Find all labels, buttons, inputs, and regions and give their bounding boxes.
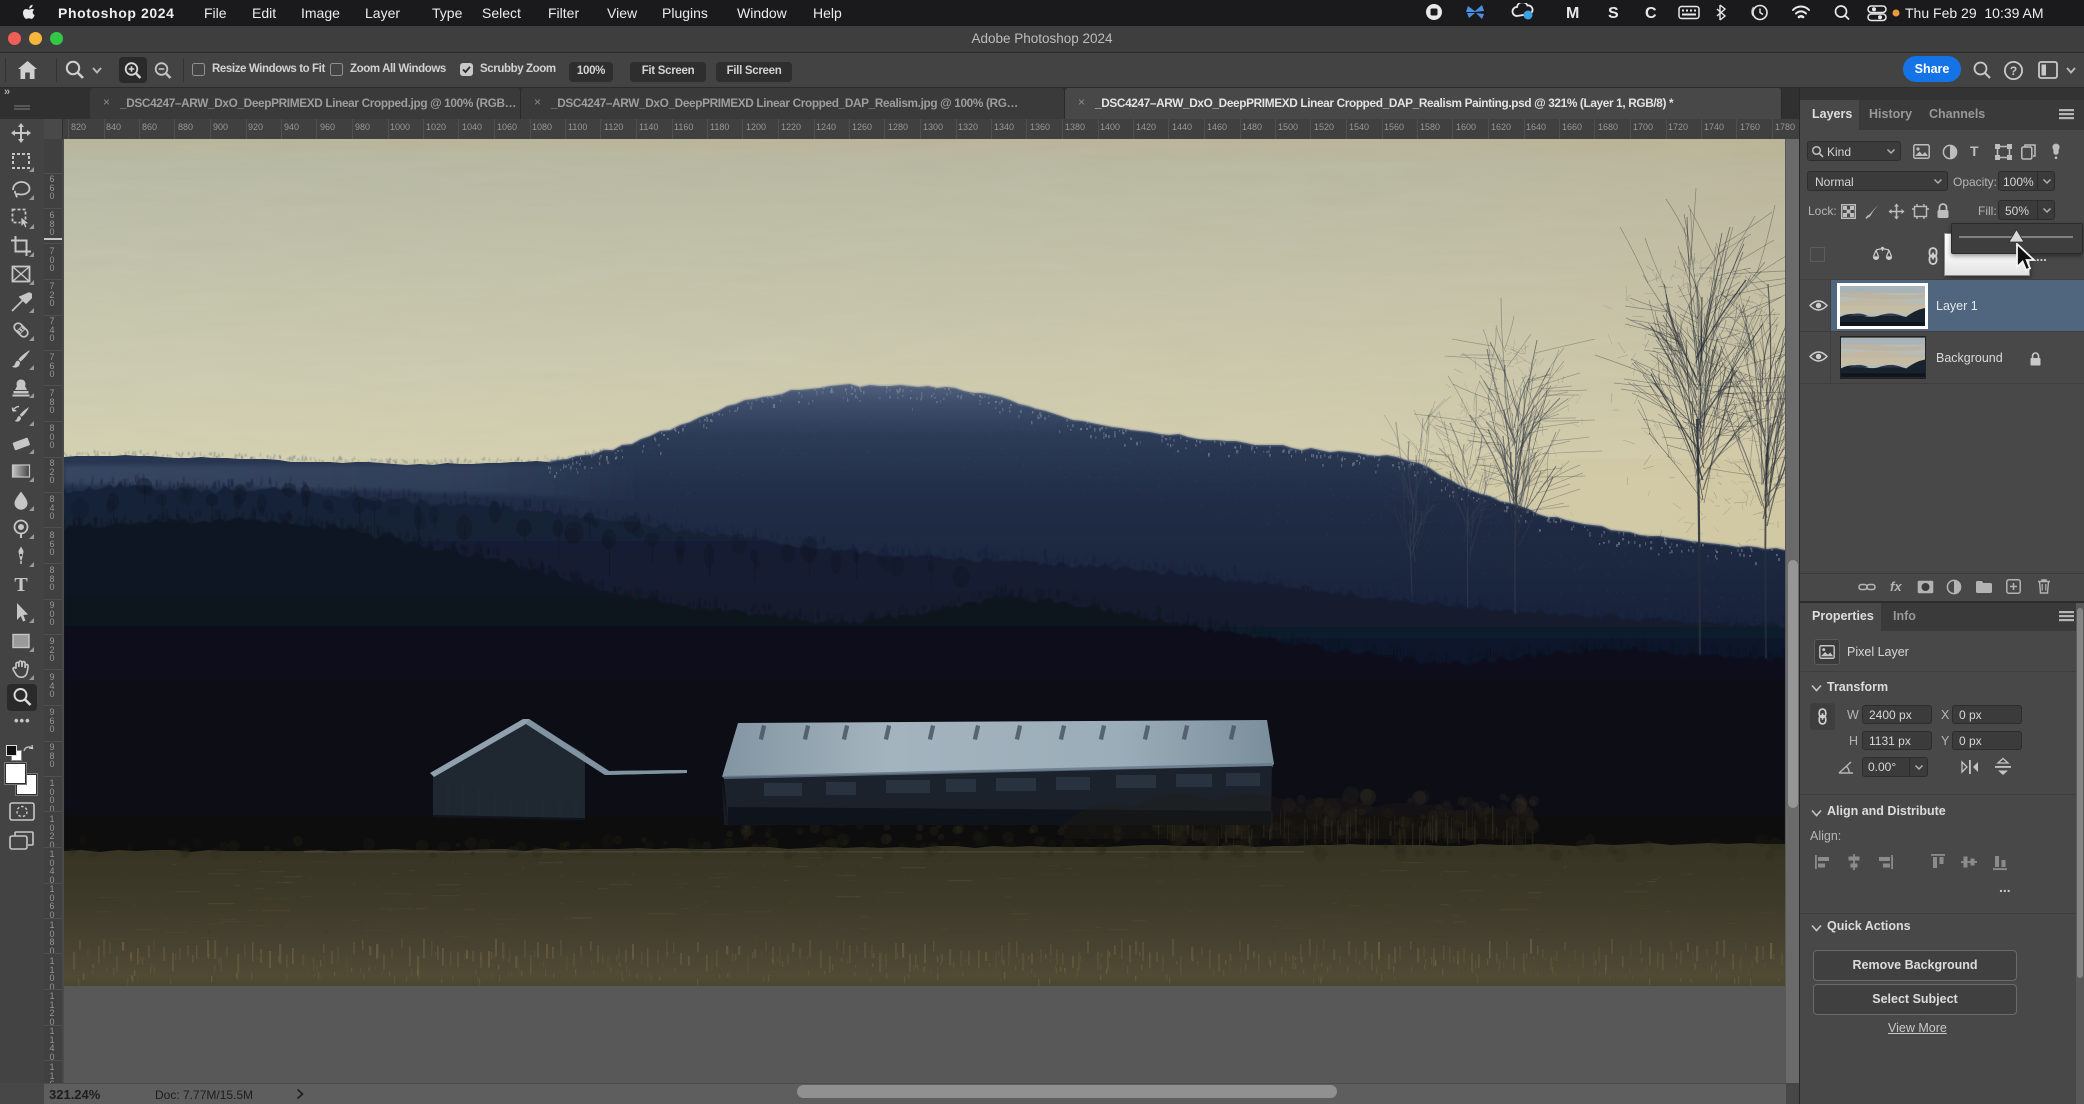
svg-text:C: C: [1645, 5, 1657, 22]
svg-text:S: S: [1608, 5, 1619, 22]
svg-text:M: M: [1566, 5, 1579, 22]
svg-text:?: ?: [2010, 64, 2017, 78]
svg-text:T: T: [14, 574, 28, 595]
